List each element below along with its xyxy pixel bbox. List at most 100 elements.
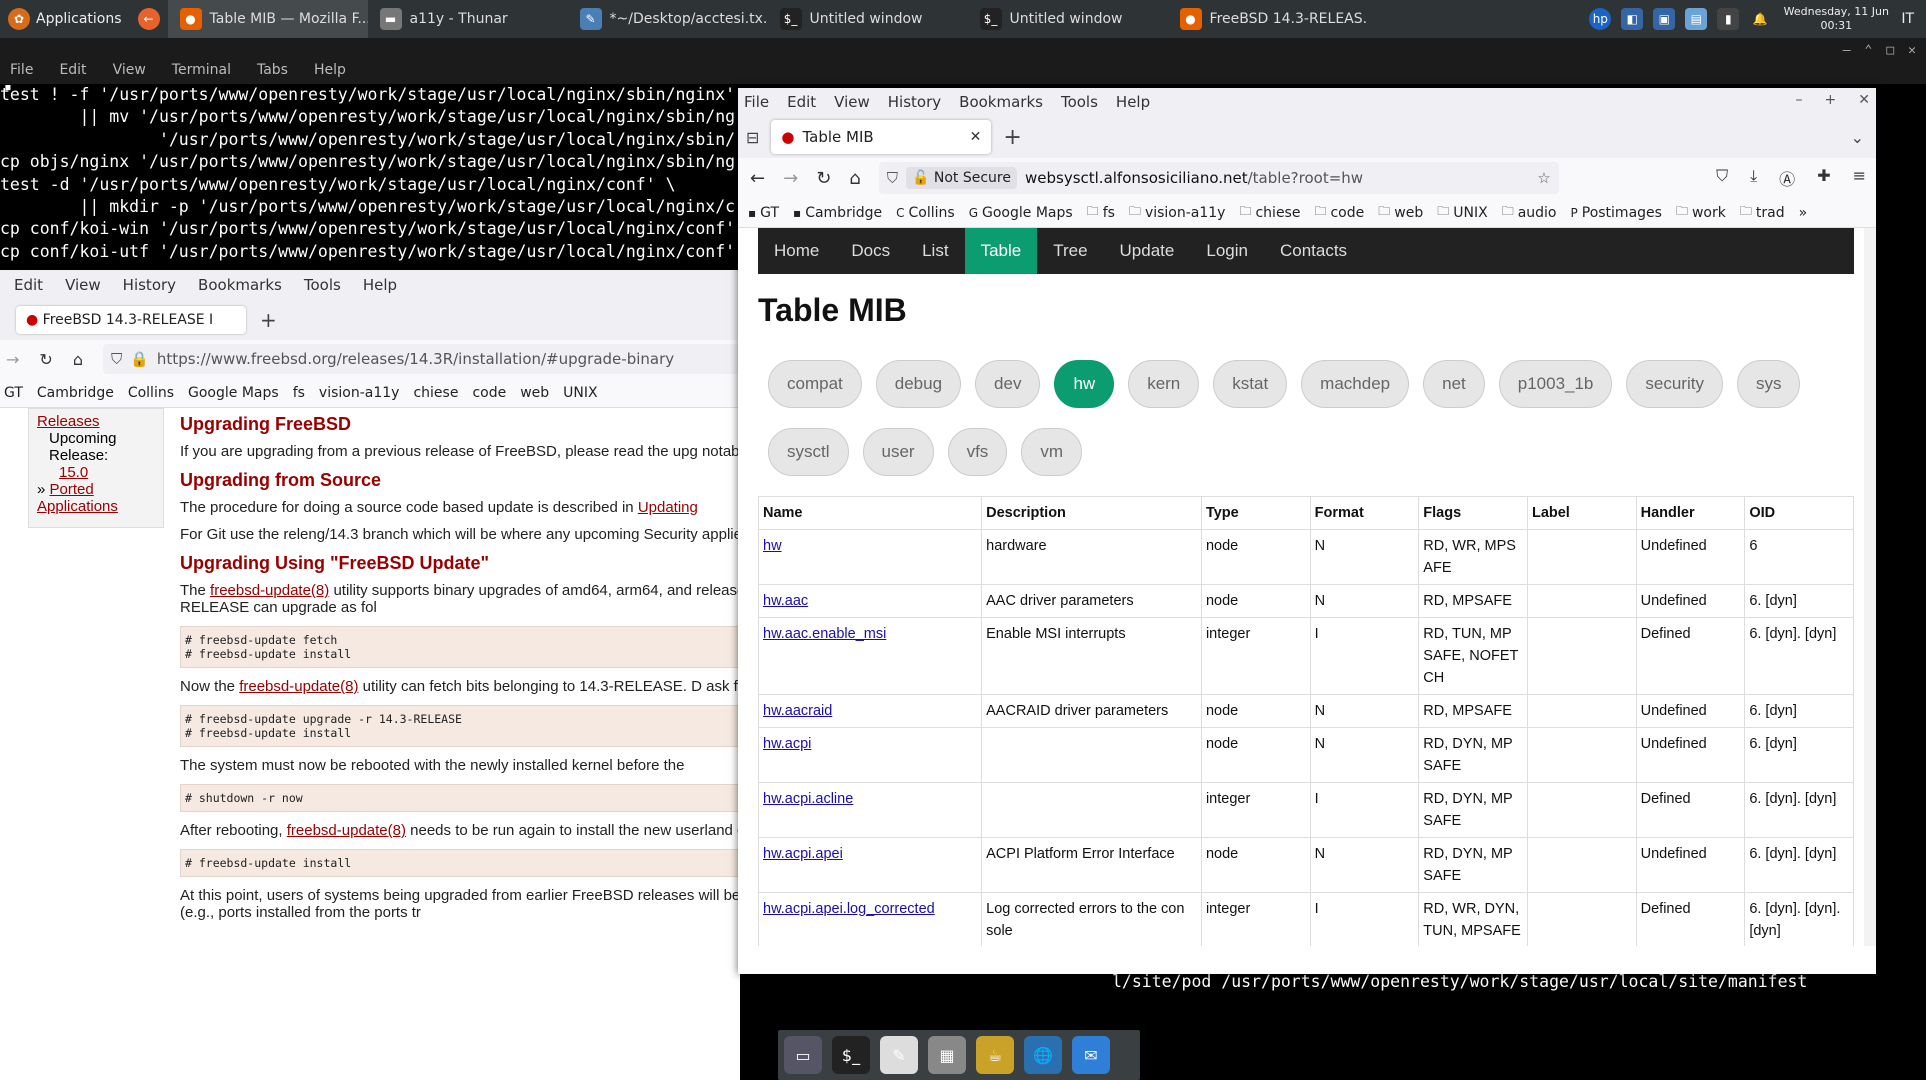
updating-link[interactable]: Updating [638,499,698,516]
root-pill-sysctl[interactable]: sysctl [768,428,849,476]
menu-view[interactable]: View [834,93,870,111]
back-bookmark-fs[interactable]: fs [293,385,305,401]
back-arrow-icon[interactable]: ← [137,8,160,30]
forward-arrow-icon[interactable]: → [6,350,19,369]
back-browser-tab[interactable]: ● FreeBSD 14.3-RELEASE I [16,306,246,334]
clock[interactable]: Wednesday, 11 Jun 00:31 [1781,5,1891,33]
bookmark-cambridge[interactable]: ▪ Cambridge [793,205,882,221]
bookmark-trad[interactable]: 🗀 trad [1740,202,1785,223]
oid-name-link[interactable]: hw.acpi.apei [763,846,843,862]
terminal-titlebar[interactable]: ▪ – ⌃ □ ✕ [0,38,1926,95]
terminal-menu-view[interactable]: View [113,62,146,84]
downloads-icon[interactable]: ⤓ [1750,166,1757,190]
back-menu-bookmarks[interactable]: Bookmarks [198,276,282,294]
nav-home[interactable]: Home [758,228,835,274]
bookmark-collins[interactable]: C Collins [896,205,955,221]
notification-bell-icon[interactable]: 🔔 [1749,8,1771,30]
menu-file[interactable]: File [744,93,769,111]
bookmark-fs[interactable]: 🗀 fs [1087,202,1115,223]
not-secure-badge[interactable]: 🔓 Not Secure [905,167,1017,189]
menu-help[interactable]: Help [1116,93,1150,111]
reload-icon[interactable]: ↻ [816,168,831,189]
back-bookmark-chiese[interactable]: chiese [413,385,458,401]
bookmark-google-maps[interactable]: G Google Maps [969,205,1073,221]
workspace-2-icon[interactable]: ▣ [1653,8,1676,30]
root-pill-net[interactable]: net [1423,360,1485,408]
url-bar[interactable]: ⛉ 🔓 Not Secure websysctl.alfonsosicilian… [878,162,1559,194]
ported-applications-link[interactable]: Ported Applications [37,481,118,515]
taskbar-item-6[interactable]: ● FreeBSD 14.3-RELEAS... [1168,0,1368,38]
back-bookmark-cambridge[interactable]: Cambridge [37,385,114,401]
hamburger-menu-icon[interactable]: ≡ [1853,166,1866,190]
oid-name-link[interactable]: hw.aacraid [763,703,832,719]
minimize-icon[interactable]: – [1796,92,1803,108]
close-icon[interactable]: ✕ [1858,92,1870,108]
root-pill-vm[interactable]: vm [1021,428,1082,476]
nav-list[interactable]: List [906,228,964,274]
root-pill-kstat[interactable]: kstat [1213,360,1288,408]
root-pill-dev[interactable]: dev [975,360,1041,408]
back-bookmark-code[interactable]: code [472,385,506,401]
scrollbar[interactable] [1864,228,1876,946]
bookmark-web[interactable]: 🗀 web [1378,202,1423,223]
maximize-icon[interactable]: + [1825,92,1837,108]
oid-name-link[interactable]: hw [763,538,782,554]
bookmark-unix[interactable]: 🗀 UNIX [1437,202,1487,223]
maximize-icon[interactable]: □ [1886,43,1894,58]
freebsd-update-link[interactable]: freebsd-update(8) [239,678,358,695]
terminal-menu-help[interactable]: Help [314,62,346,84]
taskbar-item-4[interactable]: $_ Untitled window [768,0,968,38]
extensions-icon[interactable]: ✚ [1817,166,1830,190]
restore-icon[interactable]: ⌃ [1865,43,1873,58]
tab-overview-icon[interactable]: ⊟ [746,128,759,147]
home-icon[interactable]: ⌂ [849,168,860,189]
file-manager-icon[interactable]: ▭ [784,1036,822,1074]
close-tab-icon[interactable]: ✕ [970,129,982,145]
back-menu-edit[interactable]: Edit [14,276,43,294]
oid-name-link[interactable]: hw.acpi.apei.log_corrected [763,901,935,917]
taskbar-item-2[interactable]: ▬ a11y - Thunar [368,0,568,38]
web-browser-icon[interactable]: 🌐 [1024,1036,1062,1074]
close-icon[interactable]: ✕ [1908,43,1916,58]
nav-update[interactable]: Update [1104,228,1191,274]
back-bookmark-vision-a11y[interactable]: vision-a11y [319,385,400,401]
root-pill-compat[interactable]: compat [768,360,862,408]
workspace-1-icon[interactable]: ◧ [1621,8,1644,30]
menu-tools[interactable]: Tools [1061,93,1098,111]
root-pill-debug[interactable]: debug [875,360,962,408]
bookmark-audio[interactable]: 🗀 audio [1502,202,1557,223]
taskbar-item-1[interactable]: ● Table MIB — Mozilla F... [167,0,368,38]
back-bookmark-gt[interactable]: GT [4,385,23,401]
new-tab-icon[interactable]: + [260,308,277,332]
screenshot-icon[interactable]: ▤ [1685,8,1708,30]
root-pill-machdep[interactable]: machdep [1301,360,1410,408]
forward-arrow-icon[interactable]: → [783,168,798,189]
back-menu-tools[interactable]: Tools [304,276,341,294]
browser-window[interactable]: File Edit View History Bookmarks Tools Help – … [738,88,1876,974]
bookmark-star-icon[interactable]: ☆ [1537,169,1550,187]
back-bookmark-web[interactable]: web [520,385,549,401]
oid-name-link[interactable]: hw.aac [763,593,808,609]
nav-docs[interactable]: Docs [835,228,906,274]
back-menu-view[interactable]: View [65,276,101,294]
nav-contacts[interactable]: Contacts [1264,228,1363,274]
back-bookmark-collins[interactable]: Collins [128,385,174,401]
terminal-menu-file[interactable]: File [10,62,33,84]
root-pill-p1003-1b[interactable]: p1003_1b [1498,360,1613,408]
releases-link[interactable]: Releases [37,413,100,430]
terminal-menu-terminal[interactable]: Terminal [172,62,231,84]
tab-table-mib[interactable]: ● Table MIB ✕ [771,120,992,154]
account-icon[interactable]: Ⓐ [1779,166,1795,190]
pocket-icon[interactable]: ⛉ [1716,166,1728,190]
battery-icon[interactable]: ▮ [1717,8,1740,30]
new-tab-icon[interactable]: + [1003,125,1021,150]
oid-name-link[interactable]: hw.acpi [763,736,811,752]
root-pill-sys[interactable]: sys [1736,360,1801,408]
back-url-bar[interactable]: ⛉ 🔒 https://www.freebsd.org/releases/14.… [102,344,740,374]
minimize-icon[interactable]: – [1843,43,1851,58]
nav-table[interactable]: Table [964,228,1038,274]
bookmark-chiese[interactable]: 🗀 chiese [1239,202,1300,223]
freebsd-update-link[interactable]: freebsd-update(8) [210,582,329,599]
back-bookmark-google-maps[interactable]: Google Maps [188,385,279,401]
oid-name-link[interactable]: hw.acpi.acline [763,791,853,807]
